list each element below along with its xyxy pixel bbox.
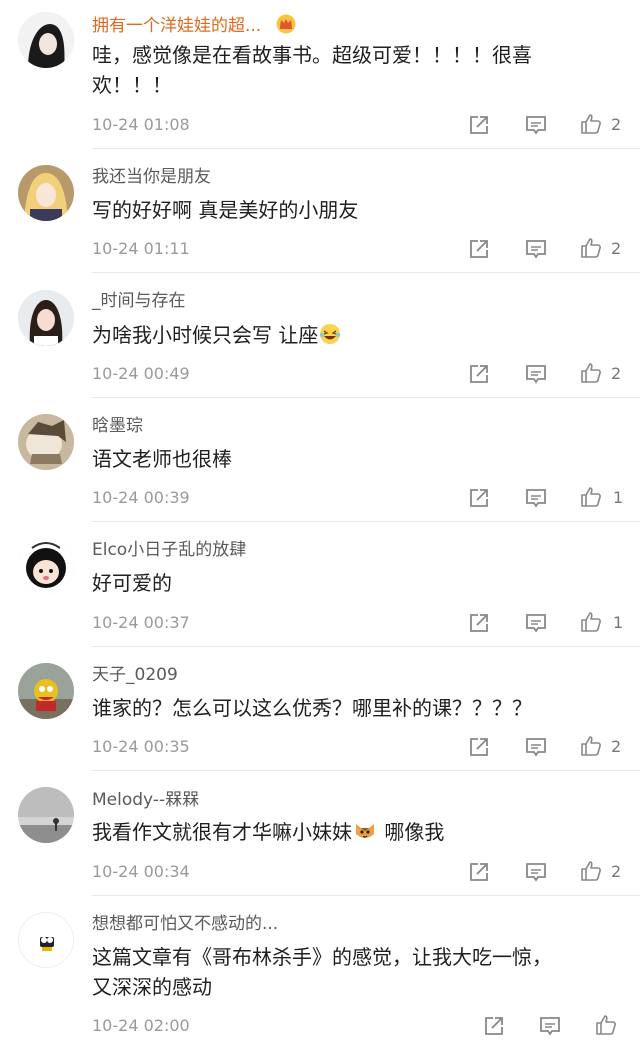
cat-emoji-icon: [353, 820, 377, 850]
comment-line: 为啥我小时候只会写 让座: [92, 323, 319, 347]
username[interactable]: 想想都可怕又不感动的...: [92, 913, 278, 935]
comment-icon[interactable]: [524, 113, 548, 137]
comment-text: 这篇文章有《哥布林杀手》的感觉，让我大吃一惊， 又深深的感动: [92, 942, 612, 1002]
thumbs-up-icon[interactable]: [579, 361, 603, 385]
comment-line: 谁家的？怎么可以这么优秀？哪里补的课？？？？: [92, 696, 532, 720]
like-count: 2: [611, 239, 622, 258]
avatar[interactable]: [18, 12, 74, 68]
username[interactable]: 晗墨琮: [92, 415, 143, 437]
comment-text: 谁家的？怎么可以这么优秀？哪里补的课？？？？: [92, 693, 612, 723]
divider: [92, 148, 640, 149]
like-count: 2: [611, 364, 622, 383]
comment-text: 语文老师也很棒: [92, 444, 612, 474]
like-count: 2: [611, 737, 622, 756]
comment-icon[interactable]: [524, 237, 548, 261]
comment-icon[interactable]: [524, 611, 548, 635]
divider: [92, 272, 640, 273]
thumbs-up-icon[interactable]: [579, 610, 603, 634]
avatar[interactable]: [18, 414, 74, 470]
comment-text: 写的好好啊 真是美好的小朋友: [92, 195, 612, 225]
thumbs-up-icon[interactable]: [579, 236, 603, 260]
comment-text: 为啥我小时候只会写 让座: [92, 320, 612, 353]
thumbs-up-icon[interactable]: [579, 112, 603, 136]
avatar[interactable]: [18, 538, 74, 594]
timestamp: 10-24 00:35: [92, 737, 190, 756]
like-count: 2: [611, 862, 622, 881]
share-icon[interactable]: [467, 113, 491, 137]
like-count: 1: [613, 613, 624, 632]
divider: [92, 770, 640, 771]
comment-line: 哪像我: [384, 820, 445, 844]
share-icon[interactable]: [467, 486, 491, 510]
share-icon[interactable]: [467, 860, 491, 884]
crown-icon: [275, 14, 297, 34]
timestamp: 10-24 02:00: [92, 1016, 190, 1035]
comment-line: 哇，感觉像是在看故事书。超级可爱！！！！很喜: [92, 43, 532, 67]
username[interactable]: 拥有一个洋娃娃的超...: [92, 14, 297, 37]
like-count: 2: [611, 115, 622, 134]
comment-icon[interactable]: [524, 362, 548, 386]
like-count: 1: [613, 488, 624, 507]
timestamp: 10-24 00:49: [92, 364, 190, 383]
timestamp: 10-24 01:08: [92, 115, 190, 134]
comment-line: 语文老师也很棒: [92, 447, 232, 471]
share-icon[interactable]: [482, 1014, 506, 1038]
share-icon[interactable]: [467, 237, 491, 261]
divider: [92, 397, 640, 398]
divider: [92, 646, 640, 647]
comment-line: 又深深的感动: [92, 975, 212, 999]
share-icon[interactable]: [467, 611, 491, 635]
comment-text: 好可爱的: [92, 568, 612, 598]
thumbs-up-icon[interactable]: [579, 485, 603, 509]
avatar[interactable]: [18, 912, 74, 968]
comment-text: 我看作文就很有才华嘛小妹妹 哪像我: [92, 817, 612, 850]
comment-icon[interactable]: [524, 735, 548, 759]
avatar[interactable]: [18, 165, 74, 221]
avatar[interactable]: [18, 663, 74, 719]
comment-line: 好可爱的: [92, 571, 172, 595]
comment-icon[interactable]: [524, 860, 548, 884]
thumbs-up-icon[interactable]: [579, 734, 603, 758]
share-icon[interactable]: [467, 362, 491, 386]
comment-text: 哇，感觉像是在看故事书。超级可爱！！！！很喜 欢！！！: [92, 40, 612, 100]
comment-icon[interactable]: [538, 1014, 562, 1038]
timestamp: 10-24 00:37: [92, 613, 190, 632]
username[interactable]: Elco小日子乱的放肆: [92, 539, 246, 561]
share-icon[interactable]: [467, 735, 491, 759]
comment-icon[interactable]: [524, 486, 548, 510]
comment-line: 欢！！！: [92, 73, 172, 97]
avatar[interactable]: [18, 787, 74, 843]
divider: [92, 895, 640, 896]
timestamp: 10-24 01:11: [92, 239, 190, 258]
comment-line: 我看作文就很有才华嘛小妹妹: [92, 820, 352, 844]
username[interactable]: 我还当你是朋友: [92, 166, 211, 188]
laughing-emoji-icon: [319, 323, 341, 353]
timestamp: 10-24 00:39: [92, 488, 190, 507]
thumbs-up-icon[interactable]: [594, 1013, 618, 1037]
username[interactable]: Melody--槑槑: [92, 789, 199, 811]
username[interactable]: _时间与存在: [92, 290, 186, 312]
username[interactable]: 天子_0209: [92, 664, 178, 686]
timestamp: 10-24 00:34: [92, 862, 190, 881]
avatar[interactable]: [18, 290, 74, 346]
thumbs-up-icon[interactable]: [579, 859, 603, 883]
username-text: 拥有一个洋娃娃的超...: [92, 16, 262, 36]
comment-line: 写的好好啊 真是美好的小朋友: [92, 198, 359, 222]
comment-line: 这篇文章有《哥布林杀手》的感觉，让我大吃一惊，: [92, 945, 552, 969]
divider: [92, 521, 640, 522]
